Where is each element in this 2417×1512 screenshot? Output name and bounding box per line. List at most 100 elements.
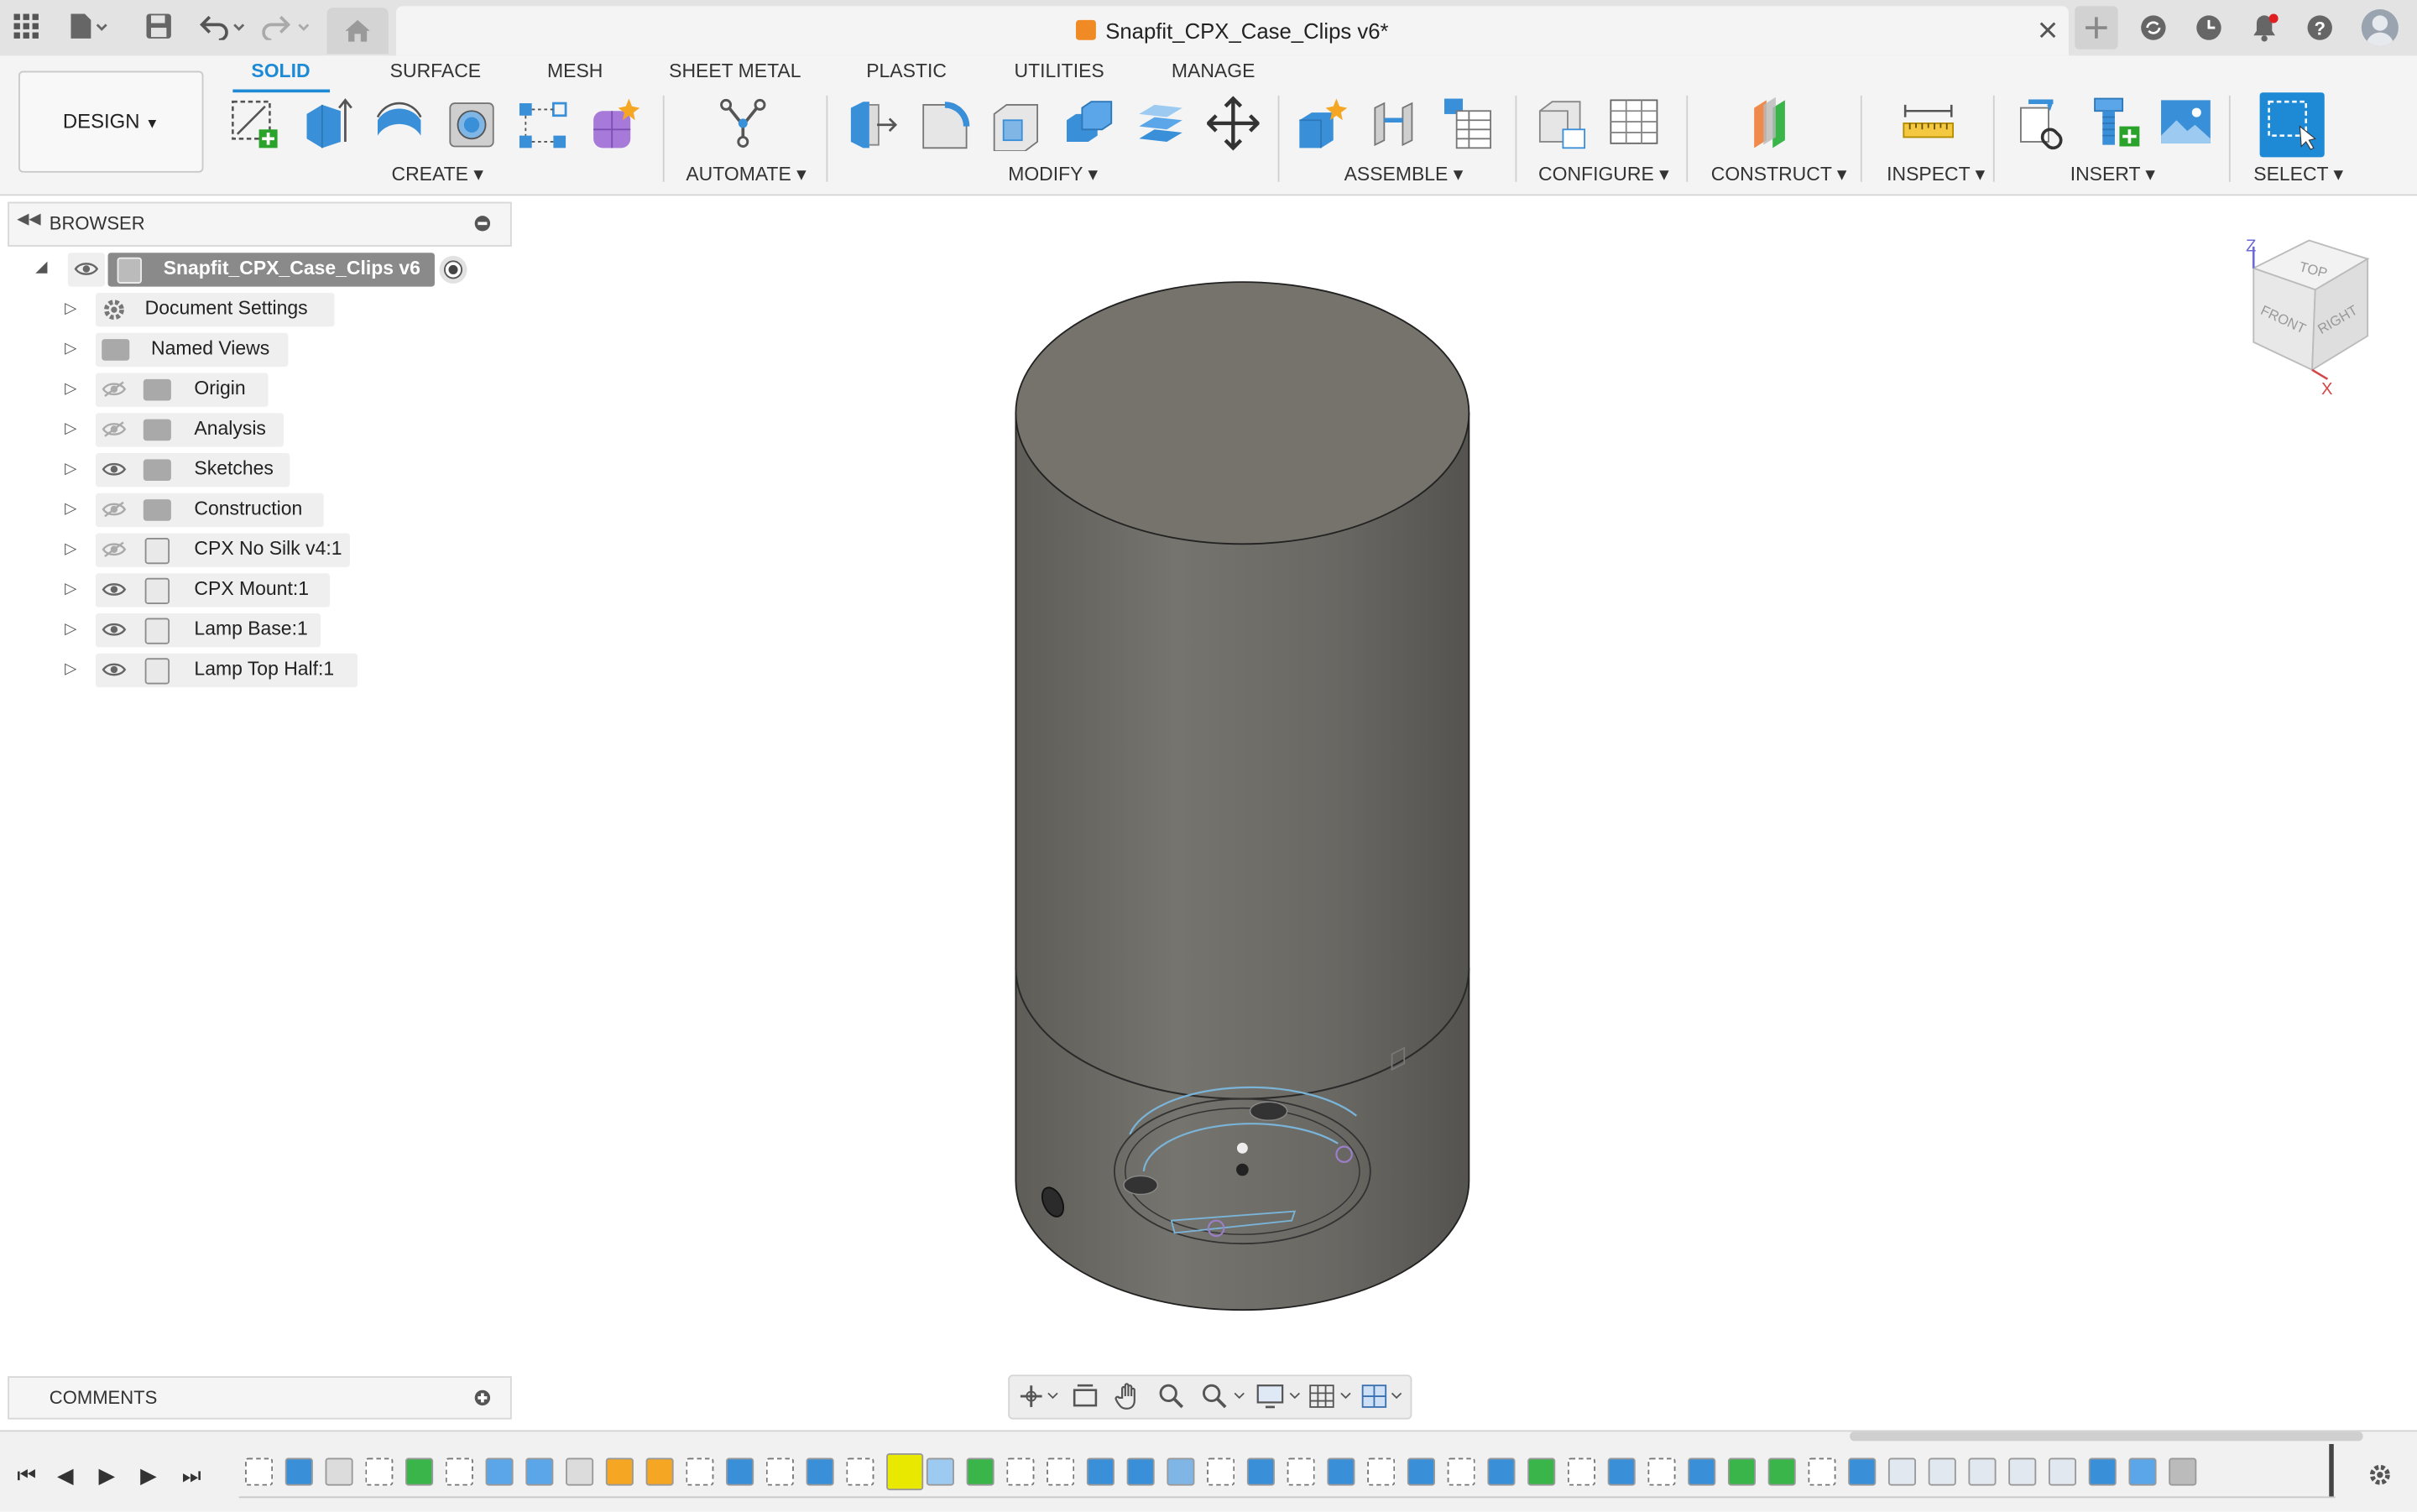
- tab-manage[interactable]: MANAGE: [1172, 60, 1255, 82]
- display-settings-icon[interactable]: [1256, 1383, 1302, 1410]
- offset-plane-icon[interactable]: [1748, 96, 1800, 151]
- job-status-icon[interactable]: [2139, 14, 2167, 42]
- insert-derive-icon[interactable]: [2016, 96, 2068, 151]
- timeline-feature-pattern-icon[interactable]: [1167, 1457, 1195, 1486]
- expand-triangle-icon[interactable]: ▷: [65, 541, 76, 558]
- tab-utilities[interactable]: UTILITIES: [1015, 60, 1104, 82]
- expand-triangle-icon[interactable]: ▷: [65, 501, 76, 518]
- tab-mesh[interactable]: MESH: [547, 60, 603, 82]
- eye-hidden-icon[interactable]: [102, 381, 127, 398]
- tree-item-lamp-top-half[interactable]: Lamp Top Half:1: [95, 653, 358, 688]
- timeline-feature-combine-icon[interactable]: [2128, 1457, 2157, 1486]
- configuration-table-icon[interactable]: [1608, 96, 1660, 151]
- expand-triangle-icon[interactable]: ▷: [65, 461, 76, 477]
- timeline-feature-sketch-icon[interactable]: [1808, 1457, 1836, 1486]
- look-at-icon[interactable]: [1072, 1384, 1099, 1408]
- orbit-icon[interactable]: [1019, 1384, 1059, 1408]
- inspect-group-label[interactable]: INSPECT ▾: [1887, 162, 1985, 185]
- timeline-feature-sketch-icon[interactable]: [765, 1457, 794, 1486]
- timeline-feature-sketch-icon[interactable]: [1567, 1457, 1595, 1486]
- press-pull-icon[interactable]: [846, 96, 898, 151]
- 3d-viewport-model[interactable]: [986, 262, 1510, 1341]
- revolve-icon[interactable]: [373, 96, 425, 151]
- add-comment-icon[interactable]: [474, 1389, 491, 1406]
- zoom-icon[interactable]: [1157, 1383, 1185, 1410]
- timeline-feature-highlight-icon[interactable]: [886, 1453, 924, 1491]
- new-component-icon[interactable]: [1297, 96, 1349, 151]
- pan-icon[interactable]: [1115, 1383, 1142, 1410]
- center-point[interactable]: [1236, 1142, 1248, 1154]
- offset-face-icon[interactable]: [1135, 96, 1187, 151]
- configure-table-icon[interactable]: [1535, 96, 1587, 151]
- timeline-feature-hole-icon[interactable]: [2169, 1457, 2197, 1486]
- panel-minimize-icon[interactable]: [474, 216, 491, 232]
- timeline-feature-extrude-icon[interactable]: [806, 1457, 834, 1486]
- viewports-icon[interactable]: [1361, 1383, 1407, 1410]
- construct-group-label[interactable]: CONSTRUCT ▾: [1711, 162, 1847, 185]
- play-icon[interactable]: ▶: [99, 1462, 116, 1489]
- tree-item-cpx-no-silk[interactable]: CPX No Silk v4:1: [95, 533, 350, 567]
- select-group-label[interactable]: SELECT ▾: [2253, 162, 2343, 185]
- tree-item-named-views[interactable]: Named Views: [95, 332, 289, 368]
- user-avatar[interactable]: [2361, 9, 2399, 47]
- tab-surface[interactable]: SURFACE: [390, 60, 481, 82]
- timeline-feature-extrude-icon[interactable]: [1086, 1457, 1115, 1486]
- timeline-feature-sketch-icon[interactable]: [1006, 1457, 1035, 1486]
- timeline-feature-sketch-icon[interactable]: [846, 1457, 874, 1486]
- eye-hidden-icon[interactable]: [102, 541, 127, 558]
- go-to-end-icon[interactable]: ⏭: [182, 1462, 201, 1489]
- modify-group-label[interactable]: MODIFY ▾: [1008, 162, 1098, 185]
- select-tool-button[interactable]: [2259, 92, 2325, 158]
- app-grid-icon[interactable]: [9, 13, 43, 44]
- timeline-feature-sketch-icon[interactable]: [1447, 1457, 1475, 1486]
- expand-triangle-icon[interactable]: ▷: [65, 581, 76, 597]
- timeline-feature-plane-icon[interactable]: [966, 1457, 994, 1486]
- timeline-feature-extrude-icon[interactable]: [1407, 1457, 1435, 1486]
- tree-item-construction[interactable]: Construction: [95, 493, 324, 528]
- timeline-feature-plane-icon[interactable]: [1527, 1457, 1556, 1486]
- clock-icon[interactable]: [2195, 14, 2222, 42]
- configure-group-label[interactable]: CONFIGURE ▾: [1538, 162, 1669, 185]
- tab-sheet-metal[interactable]: SHEET METAL: [669, 60, 801, 82]
- step-forward-icon[interactable]: ▶: [140, 1462, 157, 1489]
- visibility-toggle[interactable]: [67, 253, 105, 287]
- timeline-feature-star-icon[interactable]: [645, 1457, 674, 1486]
- timeline-feature-extrude-icon[interactable]: [1246, 1457, 1275, 1486]
- eye-icon[interactable]: [102, 461, 127, 477]
- timeline-feature-extrude-icon[interactable]: [1487, 1457, 1516, 1486]
- joint-icon[interactable]: [1369, 96, 1421, 151]
- insert-mcmaster-icon[interactable]: [2089, 96, 2141, 151]
- timeline-feature-sketch-icon[interactable]: [245, 1457, 274, 1486]
- file-menu-icon[interactable]: [68, 13, 107, 44]
- collapse-triangle-icon[interactable]: ◢: [35, 259, 47, 276]
- tree-item-document-settings[interactable]: Document Settings: [95, 292, 335, 327]
- eye-icon[interactable]: [102, 581, 127, 597]
- tab-solid[interactable]: SOLID: [251, 60, 310, 82]
- combine-icon[interactable]: [1062, 96, 1114, 151]
- tree-item-lamp-base[interactable]: Lamp Base:1: [95, 613, 321, 648]
- eye-hidden-icon[interactable]: [102, 420, 127, 437]
- expand-triangle-icon[interactable]: ▷: [65, 381, 76, 398]
- undo-icon[interactable]: [197, 13, 249, 44]
- step-back-icon[interactable]: ◀: [57, 1462, 74, 1489]
- eye-icon[interactable]: [102, 661, 127, 678]
- screw-hole[interactable]: [1249, 1101, 1288, 1122]
- timeline-scrollbar[interactable]: [1850, 1431, 2363, 1442]
- go-to-start-icon[interactable]: ⏮: [17, 1462, 36, 1489]
- fillet-icon[interactable]: [919, 96, 971, 151]
- timeline-feature-sketch-icon[interactable]: [1647, 1457, 1676, 1486]
- timeline-feature-chamfer-icon[interactable]: [485, 1457, 514, 1486]
- timeline-feature-sketch-icon[interactable]: [1047, 1457, 1075, 1486]
- save-icon[interactable]: [142, 13, 175, 44]
- timeline-feature-faded-icon[interactable]: [1968, 1457, 1997, 1486]
- tree-item-sketches[interactable]: Sketches: [95, 452, 290, 487]
- timeline-feature-plane-icon[interactable]: [1727, 1457, 1757, 1486]
- create-sketch-icon[interactable]: [228, 96, 280, 151]
- timeline-feature-faded-icon[interactable]: [1887, 1457, 1917, 1486]
- extrude-icon[interactable]: [300, 96, 352, 151]
- measure-icon[interactable]: [1902, 96, 1955, 151]
- new-tab-button[interactable]: [2075, 6, 2118, 50]
- collapse-panel-icon[interactable]: ◀◀: [17, 211, 40, 228]
- timeline-feature-extrude-icon[interactable]: [1607, 1457, 1636, 1486]
- timeline-feature-sketch-icon[interactable]: [1287, 1457, 1315, 1486]
